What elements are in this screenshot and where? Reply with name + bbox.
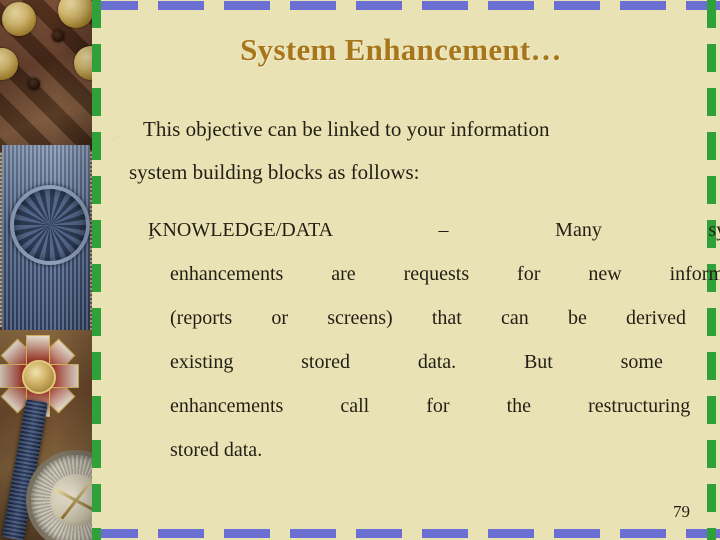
medal-center-icon	[22, 360, 56, 394]
bullet-level1: ࣦ This objective can be linked to your i…	[110, 108, 720, 194]
bullet-level2-line: KNOWLEDGE/DATA – Many system	[148, 219, 720, 241]
slide-title: System Enhancement…	[240, 32, 562, 67]
presentation-slide: System Enhancement… ࣦ This objective can…	[0, 0, 720, 540]
photo-strip-shading	[0, 0, 92, 540]
left-dashed-border	[92, 0, 101, 540]
page-number: 79	[673, 502, 690, 521]
slide-body: ࣦ This objective can be linked to your i…	[110, 108, 720, 472]
bullet-level1-line: system building blocks as follows:	[129, 160, 420, 184]
bullet-level1-line: This objective can be linked to your inf…	[143, 117, 550, 141]
bullet-level2: ࣦ KNOWLEDGE/DATA – Many system enhanceme…	[110, 208, 720, 472]
bullet-level2-line: stored data.	[170, 439, 263, 461]
bullet-level2-line: existing stored data. But some data	[170, 351, 720, 373]
bullet-level2-line: (reports or screens) that can be derived…	[170, 307, 720, 329]
decorative-photo-strip	[0, 0, 92, 540]
bullet-level2-line: enhancements call for the restructuring …	[170, 395, 720, 417]
bullet-level2-line: enhancements are requests for new inform…	[170, 263, 720, 285]
slide-content: System Enhancement… ࣦ This objective can…	[106, 0, 720, 540]
